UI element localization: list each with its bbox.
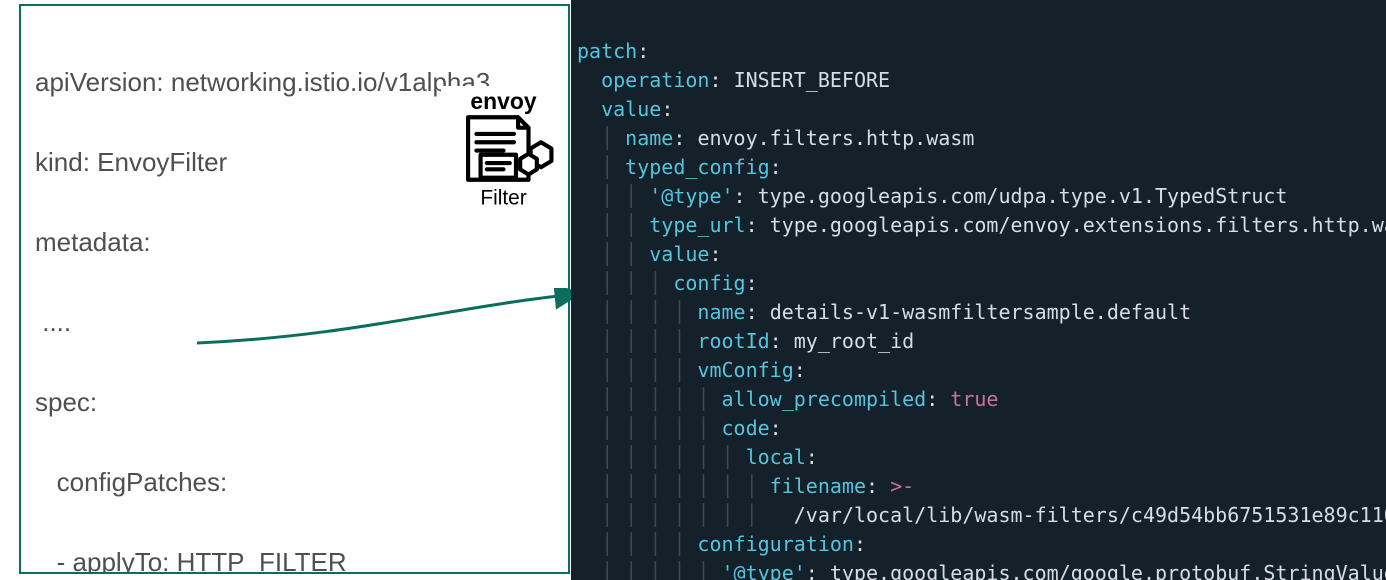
code-line: │ │ value: — [577, 242, 722, 266]
code-line: │ │ │ │ name: details-v1-wasmfiltersampl… — [577, 300, 1191, 324]
right-code-panel: patch: operation: INSERT_BEFORE value: │… — [571, 0, 1386, 580]
yaml-line: metadata: — [35, 222, 568, 262]
code-line: │ │ │ │ rootId: my_root_id — [577, 329, 914, 353]
code-line: │ │ │ │ │ code: — [577, 416, 782, 440]
code-line: │ │ │ config: — [577, 271, 758, 295]
code-line: │ │ │ │ │ allow_precompiled: true — [577, 387, 998, 411]
code-line: │ │ type_url: type.googleapis.com/envoy.… — [577, 213, 1386, 237]
svg-text:envoy: envoy — [470, 88, 536, 114]
code-line: │ │ │ │ │ │ │ /var/local/lib/wasm-filter… — [577, 503, 1386, 527]
code-line: operation: INSERT_BEFORE — [577, 68, 890, 92]
code-line: │ │ │ │ configuration: — [577, 532, 866, 556]
yaml-line: spec: — [35, 382, 568, 422]
yaml-line: - applyTo: HTTP_FILTER — [35, 542, 568, 574]
code-line: │ │ '@type': type.googleapis.com/udpa.ty… — [577, 184, 1287, 208]
code-line: │ name: envoy.filters.http.wasm — [577, 126, 974, 150]
code-line: │ typed_config: — [577, 155, 782, 179]
yaml-line: .... — [35, 302, 568, 342]
code-line: │ │ │ │ │ │ local: — [577, 445, 818, 469]
code-line: │ │ │ │ vmConfig: — [577, 358, 806, 382]
right-code-content: patch: operation: INSERT_BEFORE value: │… — [571, 0, 1386, 580]
svg-text:Filter: Filter — [480, 187, 526, 210]
yaml-line: configPatches: — [35, 462, 568, 502]
code-line: patch: — [577, 39, 649, 63]
code-line: │ │ │ │ │ '@type': type.googleapis.com/g… — [577, 561, 1386, 580]
envoy-filter-icon: envoy Filter — [441, 86, 566, 211]
left-yaml-panel: apiVersion: networking.istio.io/v1alpha3… — [19, 4, 570, 574]
code-line: │ │ │ │ │ │ │ filename: >- — [577, 474, 914, 498]
code-line: value: — [577, 97, 673, 121]
